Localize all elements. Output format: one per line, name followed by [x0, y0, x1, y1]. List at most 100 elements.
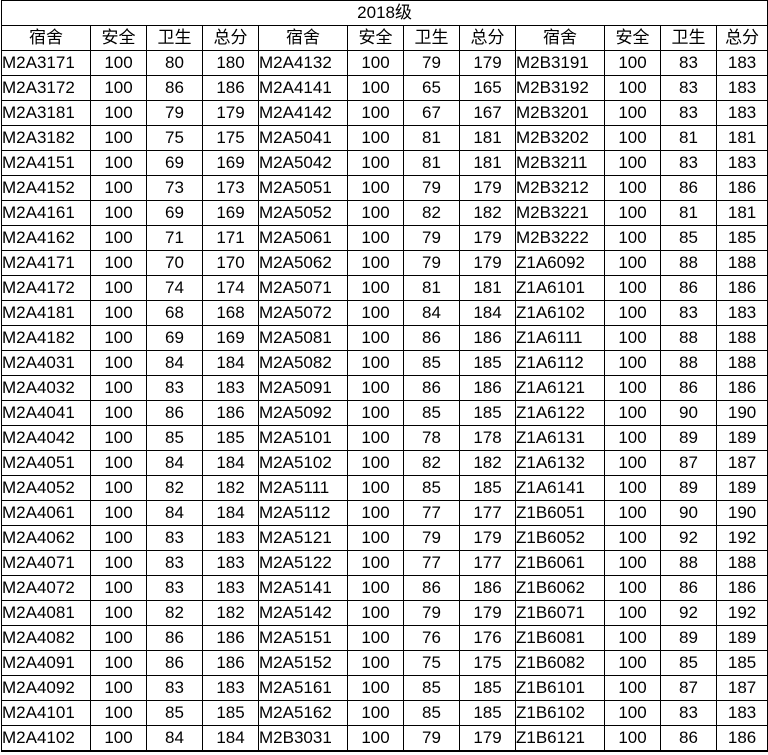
safety-cell[interactable]: 100	[604, 575, 661, 601]
total-cell[interactable]: 174	[202, 275, 259, 301]
hygiene-cell[interactable]: 81	[403, 275, 460, 301]
safety-cell[interactable]: 100	[90, 250, 147, 276]
hygiene-cell[interactable]: 85	[403, 675, 460, 701]
hygiene-cell[interactable]: 86	[660, 175, 717, 201]
safety-cell[interactable]: 100	[347, 450, 404, 476]
safety-cell[interactable]: 100	[604, 150, 661, 176]
total-cell[interactable]: 183	[715, 150, 768, 176]
total-cell[interactable]: 184	[202, 350, 259, 376]
safety-cell[interactable]: 100	[604, 475, 661, 501]
hygiene-cell[interactable]: 89	[660, 425, 717, 451]
hygiene-cell[interactable]: 81	[403, 150, 460, 176]
hygiene-cell[interactable]: 88	[660, 550, 717, 576]
hygiene-cell[interactable]: 85	[403, 475, 460, 501]
safety-cell[interactable]: 100	[90, 175, 147, 201]
total-cell[interactable]: 167	[459, 100, 516, 126]
total-cell[interactable]: 183	[715, 300, 768, 326]
hygiene-cell[interactable]: 74	[146, 275, 203, 301]
dorm-cell[interactable]: Z1B6082	[515, 650, 605, 676]
total-cell[interactable]: 186	[715, 725, 768, 752]
header-dorm[interactable]: 宿舍	[258, 25, 348, 51]
safety-cell[interactable]: 100	[90, 700, 147, 726]
dorm-cell[interactable]: M2A4182	[1, 325, 91, 351]
hygiene-cell[interactable]: 86	[403, 575, 460, 601]
safety-cell[interactable]: 100	[347, 650, 404, 676]
total-cell[interactable]: 180	[202, 50, 259, 76]
hygiene-cell[interactable]: 83	[660, 150, 717, 176]
hygiene-cell[interactable]: 86	[660, 575, 717, 601]
total-cell[interactable]: 183	[202, 525, 259, 551]
total-cell[interactable]: 190	[715, 500, 768, 526]
header-hygiene[interactable]: 卫生	[146, 25, 203, 51]
total-cell[interactable]: 168	[202, 300, 259, 326]
total-cell[interactable]: 185	[715, 225, 768, 251]
total-cell[interactable]: 181	[459, 150, 516, 176]
dorm-cell[interactable]: M2A5051	[258, 175, 348, 201]
total-cell[interactable]: 169	[202, 200, 259, 226]
safety-cell[interactable]: 100	[90, 475, 147, 501]
safety-cell[interactable]: 100	[604, 200, 661, 226]
dorm-cell[interactable]: M2A5071	[258, 275, 348, 301]
dorm-cell[interactable]: M2A4071	[1, 550, 91, 576]
dorm-cell[interactable]: M2A5161	[258, 675, 348, 701]
safety-cell[interactable]: 100	[90, 425, 147, 451]
total-cell[interactable]: 189	[715, 625, 768, 651]
total-cell[interactable]: 171	[202, 225, 259, 251]
total-cell[interactable]: 184	[202, 450, 259, 476]
safety-cell[interactable]: 100	[90, 325, 147, 351]
dorm-cell[interactable]: M2A4061	[1, 500, 91, 526]
dorm-cell[interactable]: M2A5062	[258, 250, 348, 276]
dorm-cell[interactable]: M2A4151	[1, 150, 91, 176]
hygiene-cell[interactable]: 79	[403, 50, 460, 76]
safety-cell[interactable]: 100	[347, 350, 404, 376]
total-cell[interactable]: 188	[715, 350, 768, 376]
total-cell[interactable]: 184	[202, 500, 259, 526]
safety-cell[interactable]: 100	[347, 400, 404, 426]
safety-cell[interactable]: 100	[604, 500, 661, 526]
hygiene-cell[interactable]: 86	[660, 275, 717, 301]
dorm-cell[interactable]: Z1A6111	[515, 325, 605, 351]
hygiene-cell[interactable]: 86	[146, 650, 203, 676]
safety-cell[interactable]: 100	[604, 325, 661, 351]
dorm-cell[interactable]: M2A4032	[1, 375, 91, 401]
total-cell[interactable]: 173	[202, 175, 259, 201]
dorm-cell[interactable]: M2A4091	[1, 650, 91, 676]
dorm-cell[interactable]: M2A4041	[1, 400, 91, 426]
safety-cell[interactable]: 100	[604, 50, 661, 76]
total-cell[interactable]: 182	[459, 450, 516, 476]
total-cell[interactable]: 179	[459, 50, 516, 76]
dorm-cell[interactable]: M2B3031	[258, 725, 348, 752]
total-cell[interactable]: 179	[459, 600, 516, 626]
hygiene-cell[interactable]: 83	[660, 300, 717, 326]
hygiene-cell[interactable]: 82	[146, 600, 203, 626]
dorm-cell[interactable]: M2A4101	[1, 700, 91, 726]
hygiene-cell[interactable]: 69	[146, 150, 203, 176]
dorm-cell[interactable]: Z1B6071	[515, 600, 605, 626]
hygiene-cell[interactable]: 81	[660, 200, 717, 226]
hygiene-cell[interactable]: 70	[146, 250, 203, 276]
hygiene-cell[interactable]: 69	[146, 325, 203, 351]
safety-cell[interactable]: 100	[347, 100, 404, 126]
dorm-cell[interactable]: M2A5081	[258, 325, 348, 351]
header-safety[interactable]: 安全	[604, 25, 661, 51]
hygiene-cell[interactable]: 87	[660, 450, 717, 476]
dorm-cell[interactable]: M2A4082	[1, 625, 91, 651]
total-cell[interactable]: 183	[715, 50, 768, 76]
total-cell[interactable]: 185	[202, 425, 259, 451]
safety-cell[interactable]: 100	[90, 50, 147, 76]
total-cell[interactable]: 181	[715, 200, 768, 226]
dorm-cell[interactable]: M2B3192	[515, 75, 605, 101]
total-cell[interactable]: 188	[715, 250, 768, 276]
safety-cell[interactable]: 100	[90, 100, 147, 126]
dorm-cell[interactable]: M2A4141	[258, 75, 348, 101]
hygiene-cell[interactable]: 88	[660, 325, 717, 351]
dorm-cell[interactable]: M2A4031	[1, 350, 91, 376]
header-total[interactable]: 总分	[202, 25, 259, 51]
safety-cell[interactable]: 100	[604, 650, 661, 676]
hygiene-cell[interactable]: 83	[146, 550, 203, 576]
hygiene-cell[interactable]: 83	[146, 525, 203, 551]
dorm-cell[interactable]: M2B3222	[515, 225, 605, 251]
dorm-cell[interactable]: M2B3202	[515, 125, 605, 151]
total-cell[interactable]: 186	[202, 75, 259, 101]
safety-cell[interactable]: 100	[604, 275, 661, 301]
